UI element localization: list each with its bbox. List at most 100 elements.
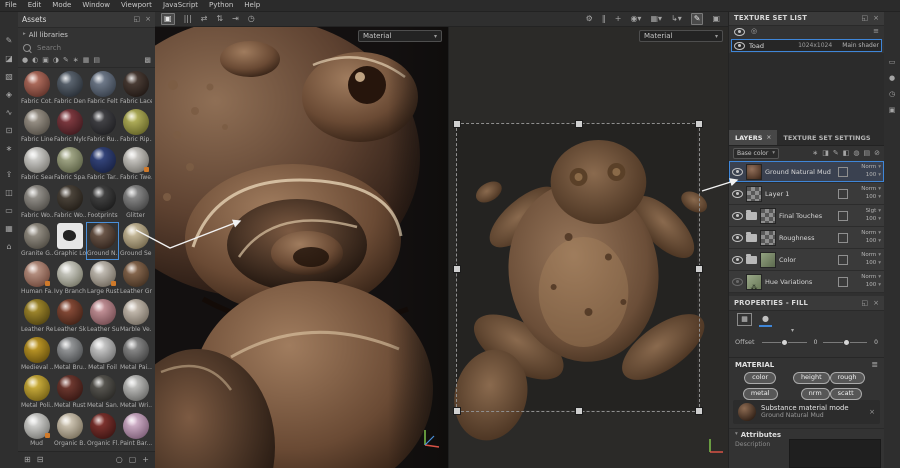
search-input[interactable] [35, 43, 150, 53]
texture-settings-icon[interactable]: ▦ [5, 225, 13, 233]
description-textarea[interactable] [789, 439, 881, 468]
channel-toggle-button[interactable]: height [793, 372, 830, 384]
filter-icon[interactable]: ≡ [873, 28, 879, 35]
asset-swatch[interactable]: Fabric Seam [20, 146, 53, 184]
layer-visibility-icon[interactable] [732, 190, 743, 198]
menu-item[interactable]: JavaScript [163, 2, 198, 9]
menu-item[interactable]: Window [82, 2, 110, 9]
layer-visibility-icon[interactable] [732, 212, 743, 220]
center-view-icon[interactable]: + [615, 15, 622, 23]
asset-swatch[interactable]: Metal Foil [86, 336, 119, 374]
close-icon[interactable]: × [766, 134, 771, 141]
visibility-icon[interactable] [734, 28, 745, 36]
menu-item[interactable]: File [5, 2, 17, 9]
menu-item[interactable]: Viewport [121, 2, 152, 9]
layer-blend-dropdown[interactable]: Norm▾ [851, 165, 881, 171]
delete-layer-icon[interactable]: ⊘ [874, 150, 880, 157]
quick-export-icon[interactable]: ⇪ [6, 171, 13, 179]
layer-opacity-dropdown[interactable]: 100▾ [851, 173, 881, 179]
layer-mask-box[interactable] [838, 167, 848, 177]
selection-handle[interactable] [695, 120, 703, 128]
filter-particles-icon[interactable]: ∗ [73, 57, 79, 64]
filter-brushes-icon[interactable]: ✎ [63, 57, 69, 64]
material-mode-row[interactable]: Substance material mode Ground Natural M… [733, 400, 880, 424]
layer-thumbnail[interactable] [746, 274, 762, 290]
quick-export-icon[interactable]: ↳▾ [671, 15, 682, 23]
layer-opacity-dropdown[interactable]: 100▾ [851, 239, 881, 245]
asset-swatch[interactable]: Granite G... [20, 222, 53, 260]
layer-name[interactable]: Color [779, 256, 835, 264]
layer-thumbnail[interactable] [760, 208, 776, 224]
import-resources-icon[interactable]: ⊞ [24, 456, 31, 464]
menu-item[interactable]: Python [209, 2, 233, 9]
asset-swatch[interactable]: Glitter [119, 184, 152, 222]
add-smart-material-icon[interactable]: ◨ [822, 150, 829, 157]
layer-mask-box[interactable] [838, 189, 848, 199]
clone-tool-icon[interactable]: ⊡ [6, 127, 13, 135]
snap-icon[interactable]: ⇥ [232, 15, 239, 23]
menu-icon[interactable]: ≣ [871, 361, 878, 369]
layer-thumbnail[interactable] [760, 230, 776, 246]
asset-swatch[interactable]: Leather Su... [86, 298, 119, 336]
menu-item[interactable]: Help [244, 2, 260, 9]
layer-visibility-icon[interactable] [732, 256, 743, 264]
asset-swatch[interactable]: Leather Skin [53, 298, 86, 336]
axis-gizmo-3d[interactable] [417, 425, 443, 451]
asset-swatch[interactable]: Human Fa... [20, 260, 53, 298]
add-paint-layer-icon[interactable]: ✎ [833, 150, 839, 157]
asset-swatch[interactable]: Paint Bar... [119, 412, 152, 450]
layer-thumbnail[interactable] [760, 252, 776, 268]
libraries-selector[interactable]: ▸ All libraries [18, 28, 155, 41]
shader-settings-icon[interactable]: ● [889, 75, 895, 82]
layer-row[interactable]: Layer 1 Norm▾ 100▾ [729, 183, 884, 205]
layer-name[interactable]: Hue Variations [765, 278, 835, 286]
filter-environments-icon[interactable]: ▤ [93, 57, 100, 64]
asset-swatch[interactable]: Fabric Lace [119, 70, 152, 108]
viewer-settings-icon[interactable]: ▭ [5, 207, 13, 215]
export-resources-icon[interactable]: ⊟ [37, 456, 44, 464]
layer-mask-box[interactable] [838, 277, 848, 287]
close-icon[interactable]: × [873, 300, 879, 307]
symmetry-y-icon[interactable]: ⇅ [216, 15, 223, 23]
smudge-tool-icon[interactable]: ∿ [6, 109, 13, 117]
texture-set-row[interactable]: Toad 1024x1024 Main shader [731, 39, 882, 52]
selection-handle[interactable] [575, 407, 583, 415]
remove-material-icon[interactable]: × [869, 408, 875, 416]
add-fill-layer-icon[interactable]: ◧ [843, 150, 850, 157]
filter-materials-icon[interactable]: ● [22, 57, 28, 64]
slider-handle[interactable] [843, 339, 850, 346]
viewport-2d[interactable]: Material ▾ [448, 27, 728, 468]
selection-handle[interactable] [695, 265, 703, 273]
layer-thumbnail[interactable] [746, 186, 762, 202]
layer-mask-box[interactable] [838, 255, 848, 265]
selection-handle[interactable] [453, 120, 461, 128]
channel-filter-dropdown[interactable]: Base color ▾ [733, 148, 779, 159]
slider-handle[interactable] [781, 339, 788, 346]
offset-x-slider[interactable] [762, 342, 807, 343]
layer-opacity-dropdown[interactable]: 100▾ [851, 195, 881, 201]
symmetry-x-icon[interactable]: ⇄ [201, 15, 208, 23]
shader-channel-dropdown[interactable]: Material ▾ [358, 30, 442, 42]
material-view-icon[interactable]: ◉▾ [630, 15, 641, 23]
texture-set-visibility-icon[interactable] [734, 42, 745, 50]
asset-swatch[interactable]: Fabric Twe... [119, 146, 152, 184]
projection-tool-icon[interactable]: ▧ [5, 73, 13, 81]
dock-icon[interactable]: ◱ [862, 15, 869, 22]
dock-icon[interactable]: ◱ [134, 16, 141, 23]
filter-textures-icon[interactable]: ▦ [83, 57, 90, 64]
layer-row[interactable]: Hue Variations Norm▾ 100▾ [729, 271, 884, 293]
asset-swatch[interactable]: Metal Rust [53, 374, 86, 412]
asset-swatch[interactable]: Metal San... [86, 374, 119, 412]
selection-handle[interactable] [453, 265, 461, 273]
asset-swatch[interactable]: Fabric Tar... [86, 146, 119, 184]
close-icon[interactable]: × [145, 16, 151, 23]
asset-swatch[interactable]: Fabric Spa... [53, 146, 86, 184]
asset-swatch[interactable]: Mud [20, 412, 53, 450]
asset-swatch[interactable]: Fabric Linen [20, 108, 53, 146]
layer-blend-dropdown[interactable]: Slgt▾ [851, 209, 881, 215]
dock-icon[interactable]: ◱ [862, 300, 869, 307]
paint-tool-icon[interactable]: ✎ [6, 37, 13, 45]
uv-properties-tab-icon[interactable]: ▦ [737, 313, 752, 326]
asset-swatch[interactable]: Large Rust... [86, 260, 119, 298]
asset-swatch[interactable]: Organic Fl... [86, 412, 119, 450]
